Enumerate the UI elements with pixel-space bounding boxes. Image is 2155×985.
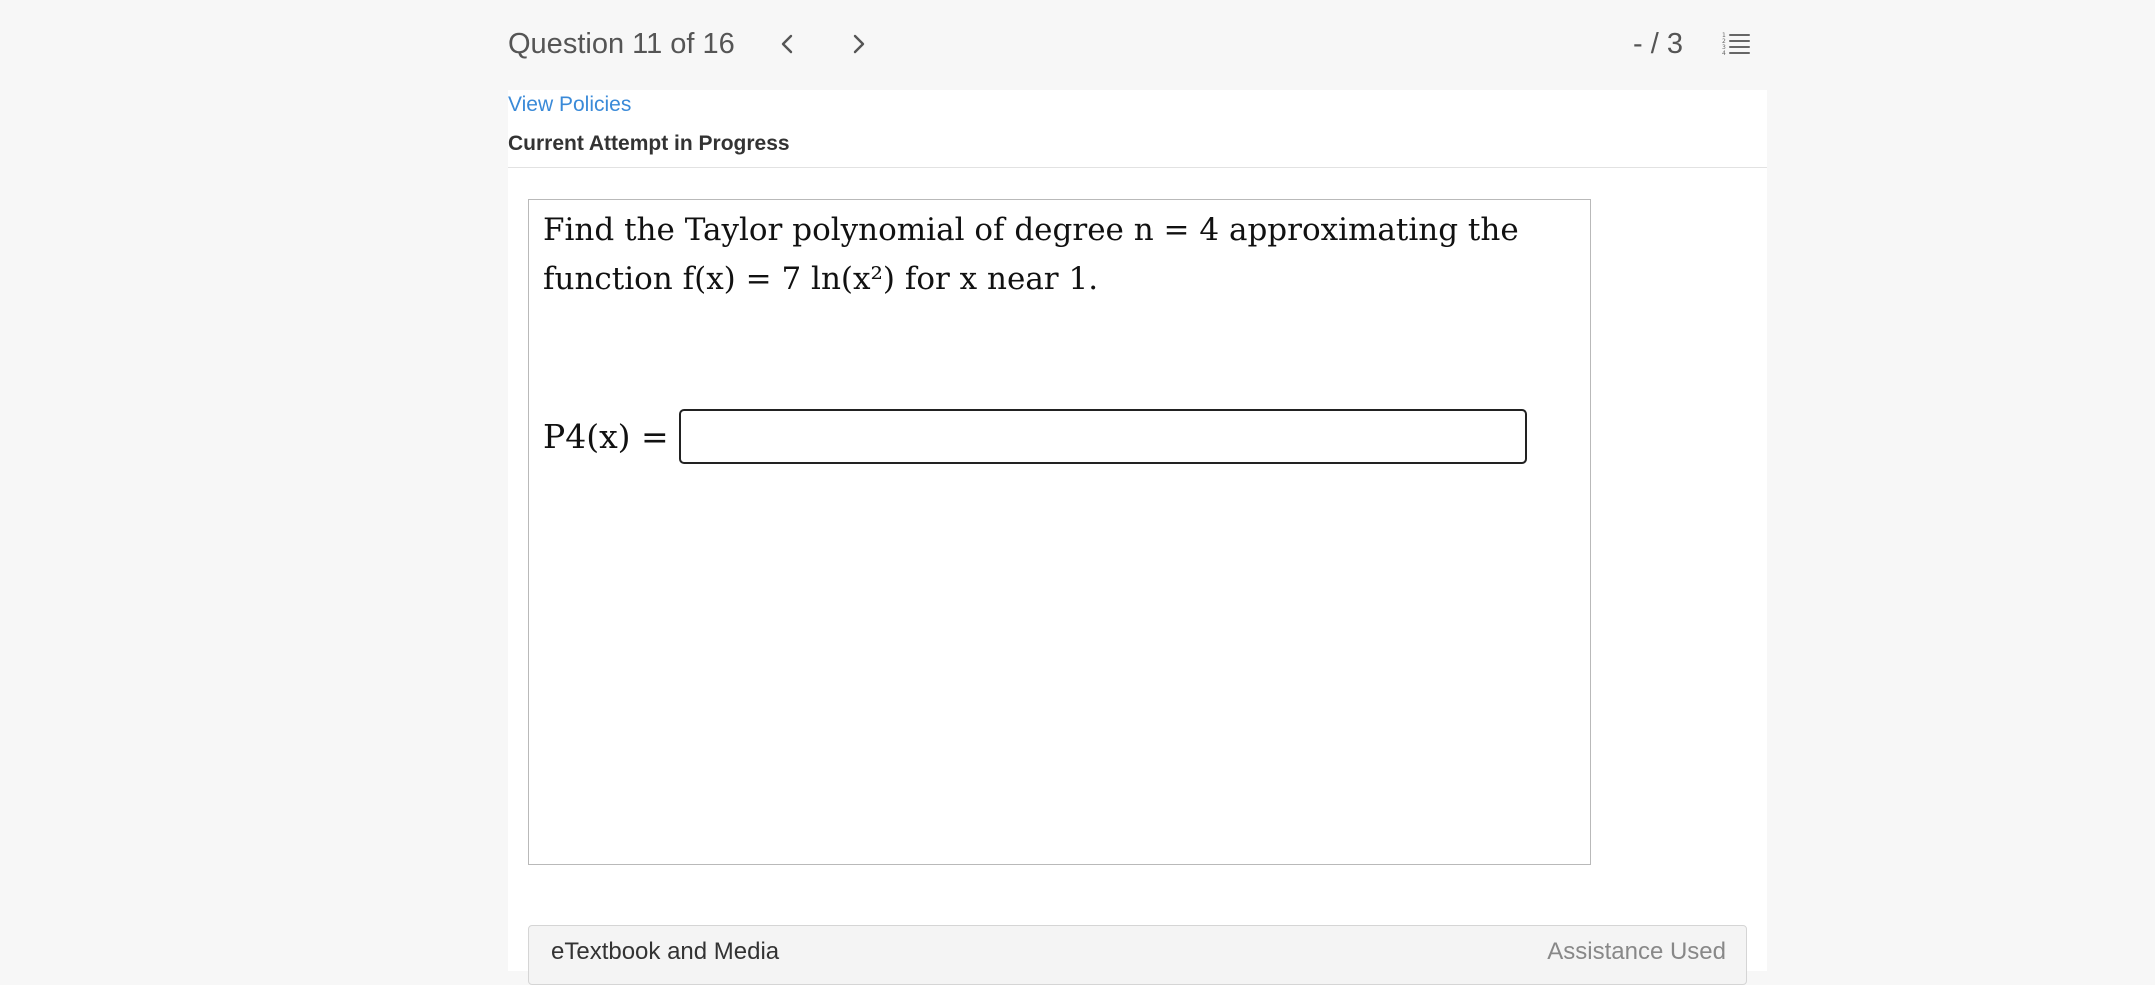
prompt-line-2: function f(x) = 7 ln(x²) for x near 1. — [543, 261, 1099, 297]
etextbook-label: eTextbook and Media — [551, 938, 780, 965]
chevron-left-icon — [781, 34, 793, 54]
previous-question-button[interactable] — [770, 26, 806, 62]
next-question-button[interactable] — [840, 26, 876, 62]
answer-input[interactable] — [678, 408, 1527, 464]
chevron-right-icon — [853, 34, 865, 54]
numbered-list-icon: 1 2 3 4 — [1722, 32, 1750, 57]
question-prompt: Find the Taylor polynomial of degree n =… — [543, 206, 1573, 304]
question-panel: View Policies Current Attempt in Progres… — [508, 90, 1767, 985]
answer-row: P4(x) = — [543, 408, 1527, 464]
svg-text:4: 4 — [1722, 50, 1726, 57]
question-list-button[interactable]: 1 2 3 4 — [1718, 26, 1754, 62]
answer-label: P4(x) = — [543, 416, 669, 456]
score-display: - / 3 — [1633, 28, 1683, 60]
attempt-status: Current Attempt in Progress — [508, 132, 790, 155]
question-box: Find the Taylor polynomial of degree n =… — [528, 199, 1591, 865]
view-policies-link[interactable]: View Policies — [508, 90, 631, 120]
question-counter: Question 11 of 16 — [508, 28, 735, 60]
divider — [508, 167, 1767, 168]
assistance-used-label: Assistance Used — [1547, 938, 1726, 965]
top-bar: Question 11 of 16 - / 3 1 2 3 4 — [0, 0, 2155, 90]
prompt-line-1: Find the Taylor polynomial of degree n =… — [543, 212, 1519, 248]
etextbook-media-bar[interactable]: eTextbook and Media Assistance Used — [528, 925, 1747, 985]
